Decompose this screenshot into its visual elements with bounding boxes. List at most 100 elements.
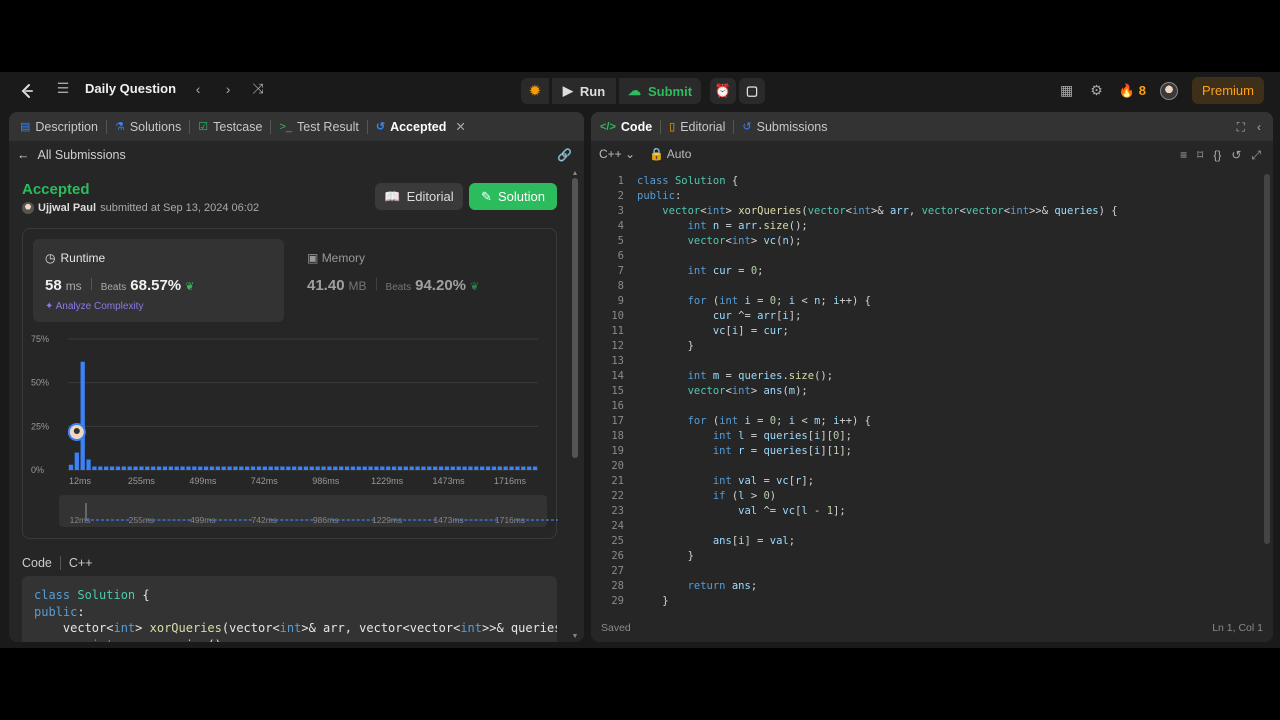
streak-counter[interactable]: 🔥 8 [1119,83,1146,99]
editor-line[interactable]: 18 int l = queries[i][0]; [591,429,1263,444]
tab-description[interactable]: ▤ Description [20,120,98,134]
next-problem-icon[interactable]: › [220,81,236,97]
editor-line[interactable]: 20 [591,459,1263,474]
editor-line[interactable]: 5 vector<int> vc(n); [591,234,1263,249]
tab-editorial[interactable]: ▯ Editorial [669,120,725,134]
gear-icon[interactable]: ⚙ [1089,82,1105,99]
book-icon: 📖 [384,188,401,204]
left-scrollbar[interactable]: ▲ ▼ [571,170,579,640]
submit-button[interactable]: ☁ Submit [619,78,701,104]
line-code: cur ^= arr[i]; [712,310,802,322]
editor-line[interactable]: 4 int n = arr.size(); [591,219,1263,234]
all-submissions-link[interactable]: ← All Submissions [17,148,126,162]
line-number: 14 [611,370,624,382]
line-code: int m = queries.size(); [687,370,834,382]
layout-grid-icon[interactable]: ▦ [1059,82,1075,99]
memory-header[interactable]: ▣ Memory [307,251,365,265]
editor-line[interactable]: 7 int cur = 0; [591,264,1263,279]
editor-line[interactable]: 10 cur ^= arr[i]; [591,309,1263,324]
editor-line[interactable]: 25 ans[i] = val; [591,534,1263,549]
tab-label: Testcase [213,119,263,134]
mini-bar [336,519,340,521]
editor-line[interactable]: 8 [591,279,1263,294]
solution-button[interactable]: ✎ Solution [469,183,557,210]
editor-line[interactable]: 23 val ^= vc[l - 1]; [591,504,1263,519]
notes-button[interactable]: ▢ [739,78,765,104]
collapse-icon[interactable]: ‹ [1257,120,1261,135]
reset-icon[interactable]: ↺ [1231,148,1241,163]
range-tick-label: 1473ms [433,515,463,525]
editor-line[interactable]: 26 } [591,549,1263,564]
editor-line[interactable]: 24 [591,519,1263,534]
editor-line[interactable]: 15 vector<int> ans(m); [591,384,1263,399]
editor-line[interactable]: 28 return ans; [591,579,1263,594]
problem-list-icon[interactable]: ☰ [55,80,71,97]
editor-line[interactable]: 12 } [591,339,1263,354]
x-tick-label: 255ms [128,476,156,486]
bar [239,466,244,470]
editor-line[interactable]: 27 [591,564,1263,579]
editor-line[interactable]: 2 public: [591,189,1263,204]
mini-bar [526,519,529,521]
maximize-icon[interactable]: ⛶ [1237,120,1245,135]
braces-icon[interactable]: {} [1213,148,1221,163]
bar [233,466,238,470]
avatar[interactable] [1159,81,1178,100]
auto-mode[interactable]: 🔒 Auto [649,147,691,161]
editor-scrollbar[interactable] [1263,174,1271,544]
scroll-thumb[interactable] [1264,174,1270,544]
bar [151,466,156,470]
fullscreen-icon[interactable]: ⤢ [1251,148,1261,163]
tab-solutions[interactable]: ⚗ Solutions [115,120,181,134]
code-editor[interactable]: 1 class Solution {2 public: 3 vector<int> x… [591,174,1263,606]
runtime-distribution-chart[interactable]: 75% 50% 25% 0% 12ms 255ms 499ms 742ms 986ms 1229m… [23,325,558,540]
scroll-down-icon[interactable]: ▼ [571,633,579,640]
mini-bar [96,519,99,521]
premium-button[interactable]: Premium [1191,77,1264,104]
editor-line[interactable]: 22 if (l > 0) [591,489,1263,504]
run-button[interactable]: ▶ Run [552,78,616,104]
tab-submissions[interactable]: ↺ Submissions [742,120,827,134]
tab-code[interactable]: </> Code [600,120,652,134]
timer-button[interactable]: ⏰ [710,78,736,104]
scroll-thumb[interactable] [572,178,578,458]
bookmark-icon[interactable]: ⌑ [1197,148,1203,163]
editor-line[interactable]: 19 int r = queries[i][1]; [591,444,1263,459]
username[interactable]: Ujjwal Paul [38,202,96,214]
editor-line[interactable]: 9 for (int i = 0; i < n; i++) { [591,294,1263,309]
line-number: 22 [611,490,624,502]
editor-line[interactable]: 16 [591,399,1263,414]
share-link-icon[interactable]: 🔗 [557,148,572,162]
editor-line[interactable]: 21 int val = vc[r]; [591,474,1263,489]
chevron-down-icon: ⌄ [625,147,636,161]
mini-bar [208,519,212,521]
runtime-card[interactable]: ◷ Runtime 58 ms Beats 68.57% ❦ ✦ Analyze … [33,239,284,322]
editor-line[interactable]: 13 [591,354,1263,369]
line-number: 7 [617,265,624,277]
tab-test-result[interactable]: >_ Test Result [279,120,358,134]
debug-button[interactable]: ✹ [521,78,549,104]
daily-question-link[interactable]: Daily Question [85,81,176,96]
mini-bar [531,519,534,521]
editor-line[interactable]: 29 } [591,594,1263,606]
leetcode-logo-icon[interactable] [18,82,36,100]
editor-line[interactable]: 1 class Solution { [591,174,1263,189]
editor-line[interactable]: 3 vector<int> xorQueries(vector<int>& ar… [591,204,1263,219]
shuffle-icon[interactable]: ⤨ [250,80,266,97]
mini-bar [213,519,217,521]
editor-line[interactable]: 6 [591,249,1263,264]
language-select[interactable]: C++ ⌄ [599,147,635,161]
editor-line[interactable]: 14 int m = queries.size(); [591,369,1263,384]
close-tab-icon[interactable]: ✕ [455,119,465,134]
analyze-complexity-link[interactable]: ✦ Analyze Complexity [45,301,143,312]
editor-line[interactable]: 17 for (int i = 0; i < m; i++) { [591,414,1263,429]
editor-line[interactable]: 11 vc[i] = cur; [591,324,1263,339]
tab-testcase[interactable]: ☑ Testcase [198,120,262,134]
scroll-up-icon[interactable]: ▲ [571,170,579,177]
editorial-button[interactable]: 📖 Editorial [375,183,463,210]
bar [374,466,379,470]
prev-problem-icon[interactable]: ‹ [190,81,206,97]
format-icon[interactable]: ≡ [1180,148,1187,163]
submitted-code-block[interactable]: class Solution {public: vector<int> xorQ… [22,576,557,642]
tab-accepted[interactable]: ↺ Accepted ✕ [376,119,466,135]
